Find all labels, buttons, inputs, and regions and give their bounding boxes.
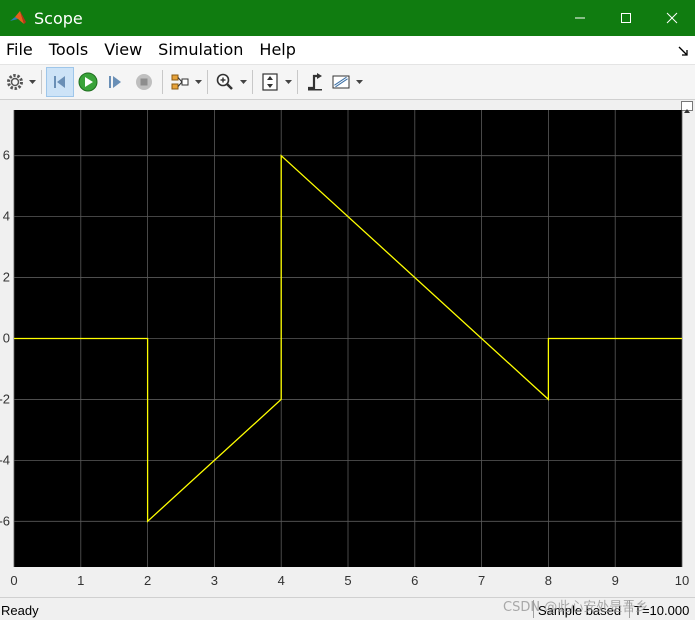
y-tick-label: -4 bbox=[0, 452, 10, 467]
matlab-logo-icon bbox=[8, 8, 28, 28]
y-tick-label: 4 bbox=[3, 209, 10, 224]
x-tick-label: 4 bbox=[278, 573, 285, 588]
x-tick-label: 9 bbox=[612, 573, 619, 588]
menu-file[interactable]: File bbox=[0, 36, 41, 64]
toolbar-divider bbox=[297, 70, 298, 94]
toolbar-divider bbox=[207, 70, 208, 94]
maximize-button[interactable] bbox=[603, 0, 649, 36]
x-tick-label: 10 bbox=[675, 573, 689, 588]
toolbar bbox=[0, 64, 695, 100]
menu-view[interactable]: View bbox=[96, 36, 150, 64]
toolbar-divider bbox=[252, 70, 253, 94]
run-icon[interactable] bbox=[74, 67, 102, 97]
measurements-icon[interactable] bbox=[328, 67, 354, 97]
menu-help[interactable]: Help bbox=[251, 36, 303, 64]
step-back-icon[interactable] bbox=[46, 67, 74, 97]
autoscale-dropdown-icon[interactable] bbox=[283, 67, 293, 97]
menu-bar: File Tools View Simulation Help bbox=[0, 36, 695, 64]
menu-simulation[interactable]: Simulation bbox=[150, 36, 251, 64]
zoom-dropdown-icon[interactable] bbox=[238, 67, 248, 97]
undock-icon[interactable] bbox=[677, 44, 689, 56]
x-tick-label: 5 bbox=[344, 573, 351, 588]
toolbar-divider bbox=[162, 70, 163, 94]
measurements-dropdown-icon[interactable] bbox=[354, 67, 364, 97]
trigger-icon[interactable] bbox=[302, 67, 328, 97]
title-bar: Scope bbox=[0, 0, 695, 36]
x-tick-label: 2 bbox=[144, 573, 151, 588]
step-forward-icon[interactable] bbox=[102, 67, 130, 97]
signal-selector-icon[interactable] bbox=[167, 67, 193, 97]
x-tick-label: 1 bbox=[77, 573, 84, 588]
y-tick-label: 6 bbox=[3, 148, 10, 163]
window-controls bbox=[557, 0, 695, 36]
plot-area: 0 1 2 3 4 5 6 7 8 9 10 6 4 2 0 -2 -4 -6 bbox=[0, 100, 695, 596]
y-tick-label: 2 bbox=[3, 270, 10, 285]
signal-dropdown-icon[interactable] bbox=[193, 67, 203, 97]
scope-window: Scope File Tools View Simulation Help 0 … bbox=[0, 0, 695, 620]
x-tick-label: 3 bbox=[211, 573, 218, 588]
y-tick-label: -6 bbox=[0, 513, 10, 528]
stop-icon[interactable] bbox=[130, 67, 158, 97]
y-tick-label: -2 bbox=[0, 391, 10, 406]
watermark-text: CSDN @此心安处是吾乡 bbox=[503, 600, 649, 615]
window-title: Scope bbox=[34, 8, 83, 28]
x-tick-label: 8 bbox=[545, 573, 552, 588]
menu-tools[interactable]: Tools bbox=[41, 36, 96, 64]
minimize-button[interactable] bbox=[557, 0, 603, 36]
settings-icon[interactable] bbox=[3, 67, 27, 97]
x-tick-label: 6 bbox=[411, 573, 418, 588]
autoscale-icon[interactable] bbox=[257, 67, 283, 97]
x-tick-label: 0 bbox=[10, 573, 17, 588]
y-tick-label: 0 bbox=[3, 331, 10, 346]
close-button[interactable] bbox=[649, 0, 695, 36]
status-ready-text: Ready bbox=[1, 603, 39, 618]
toolbar-divider bbox=[41, 70, 42, 94]
scope-chart: 0 1 2 3 4 5 6 7 8 9 10 6 4 2 0 -2 -4 -6 bbox=[0, 110, 689, 588]
zoom-icon[interactable] bbox=[212, 67, 238, 97]
settings-dropdown-icon[interactable] bbox=[27, 67, 37, 97]
x-tick-label: 7 bbox=[478, 573, 485, 588]
